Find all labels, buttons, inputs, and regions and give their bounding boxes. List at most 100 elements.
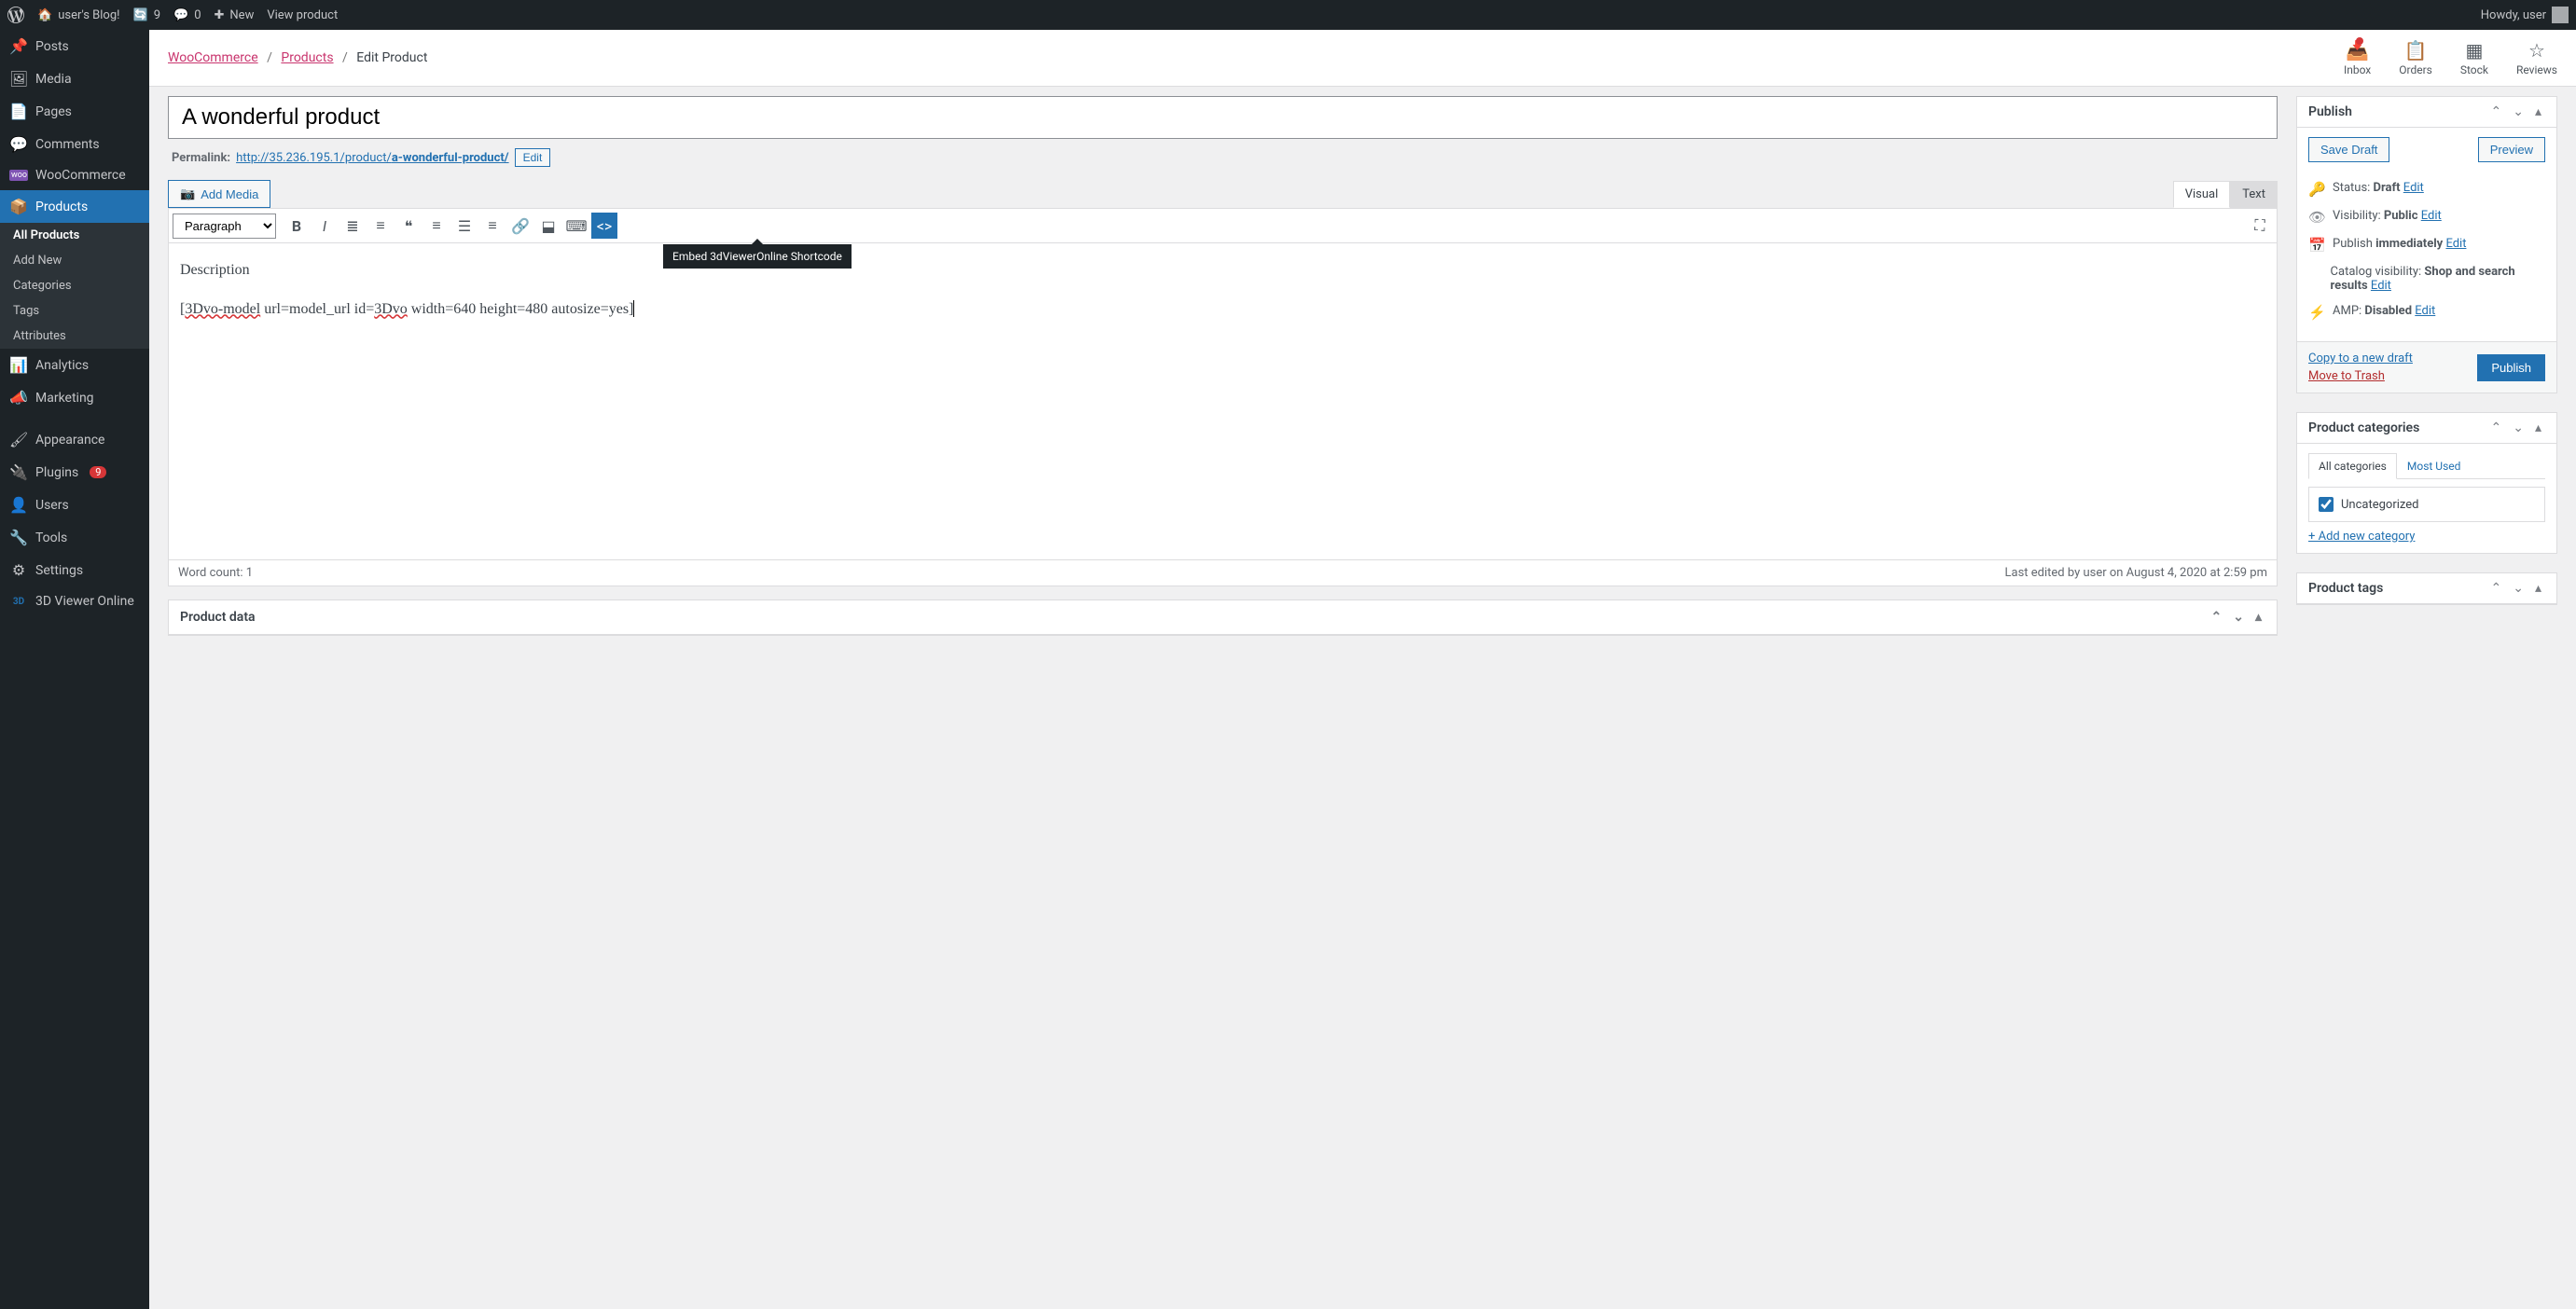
- format-select[interactable]: Paragraph: [173, 214, 276, 239]
- tools-icon: 🔧: [9, 529, 28, 546]
- camera-icon: 📷: [180, 186, 195, 201]
- more-button[interactable]: ⬓: [535, 213, 561, 239]
- site-link[interactable]: 🏠 user's Blog!: [37, 8, 120, 22]
- move-up-icon[interactable]: ⌃: [2487, 104, 2506, 119]
- link-button[interactable]: 🔗: [507, 213, 533, 239]
- nav-appearance[interactable]: 🖌Appearance: [0, 423, 149, 456]
- move-down-icon[interactable]: ⌄: [2229, 610, 2248, 625]
- nav-settings[interactable]: ⚙Settings: [0, 554, 149, 586]
- tab-text[interactable]: Text: [2230, 181, 2278, 208]
- save-draft-button[interactable]: Save Draft: [2308, 137, 2389, 162]
- tab-all-categories[interactable]: All categories: [2308, 453, 2397, 479]
- move-down-icon[interactable]: ⌄: [2509, 104, 2528, 119]
- move-trash-link[interactable]: Move to Trash: [2308, 369, 2413, 383]
- publish-button[interactable]: Publish: [2477, 354, 2545, 381]
- tags-box: Product tags ⌃⌄▴: [2296, 572, 2557, 605]
- edit-publish-link[interactable]: Edit: [2445, 237, 2466, 251]
- nav-products[interactable]: 📦Products: [0, 190, 149, 223]
- editor-footer: Word count: 1 Last edited by user on Aug…: [168, 560, 2278, 586]
- align-right-button[interactable]: ≡: [479, 213, 506, 239]
- add-category-link[interactable]: + Add new category: [2308, 530, 2545, 544]
- activity-stock[interactable]: ▦Stock: [2460, 39, 2488, 76]
- product-title-input[interactable]: [168, 96, 2278, 139]
- move-up-icon[interactable]: ⌃: [2487, 581, 2506, 596]
- number-list-button[interactable]: ≡: [367, 213, 394, 239]
- add-media-button[interactable]: 📷Add Media: [168, 180, 270, 208]
- activity-inbox[interactable]: 📥Inbox: [2344, 39, 2371, 76]
- category-uncategorized[interactable]: Uncategorized: [2319, 497, 2535, 512]
- nav-media[interactable]: 🖼Media: [0, 62, 149, 95]
- quote-button[interactable]: ❝: [395, 213, 422, 239]
- wp-logo[interactable]: [7, 7, 24, 23]
- topbar: WooCommerce / Products / Edit Product 📥I…: [149, 30, 2576, 87]
- nav-3dviewer[interactable]: 3D3D Viewer Online: [0, 586, 149, 616]
- breadcrumb-woo[interactable]: WooCommerce: [168, 50, 258, 65]
- stock-icon: ▦: [2460, 39, 2488, 62]
- permalink-url[interactable]: http://35.236.195.1/product/a-wonderful-…: [236, 151, 509, 165]
- word-count: Word count: 1: [178, 566, 253, 580]
- edit-status-link[interactable]: Edit: [2403, 181, 2424, 195]
- nav-tags[interactable]: Tags: [0, 298, 149, 324]
- fullscreen-button[interactable]: ⛶: [2247, 213, 2273, 239]
- 3d-icon: 3D: [9, 597, 28, 607]
- toggle-icon[interactable]: ▴: [2531, 420, 2545, 435]
- plugins-badge: 9: [90, 466, 106, 478]
- nav-all-products[interactable]: All Products: [0, 223, 149, 248]
- align-left-button[interactable]: ≡: [423, 213, 450, 239]
- edit-catalog-link[interactable]: Edit: [2371, 279, 2391, 293]
- tab-most-used[interactable]: Most Used: [2397, 453, 2472, 479]
- toggle-icon[interactable]: ▴: [2251, 610, 2265, 625]
- updates-link[interactable]: 🔄 9: [133, 8, 161, 22]
- preview-button[interactable]: Preview: [2478, 137, 2545, 162]
- align-center-button[interactable]: ☰: [451, 213, 478, 239]
- nav-analytics[interactable]: 📊Analytics: [0, 349, 149, 381]
- admin-bar: 🏠 user's Blog! 🔄 9 💬 0 ✚ New View produc…: [0, 0, 2576, 30]
- categories-box: Product categories ⌃⌄▴ All categories Mo…: [2296, 412, 2557, 554]
- new-link[interactable]: ✚ New: [215, 8, 255, 22]
- howdy-link[interactable]: Howdy, user: [2481, 7, 2569, 23]
- copy-draft-link[interactable]: Copy to a new draft: [2308, 351, 2413, 365]
- move-up-icon[interactable]: ⌃: [2487, 420, 2506, 435]
- move-down-icon[interactable]: ⌄: [2509, 581, 2528, 596]
- star-icon: ☆: [2516, 39, 2557, 62]
- site-name: user's Blog!: [58, 8, 119, 22]
- nav-add-new[interactable]: Add New: [0, 248, 149, 273]
- view-product-link[interactable]: View product: [267, 8, 338, 22]
- breadcrumb-products[interactable]: Products: [281, 50, 333, 65]
- nav-marketing[interactable]: 📣Marketing: [0, 381, 149, 414]
- toggle-icon[interactable]: ▴: [2531, 104, 2545, 119]
- nav-users[interactable]: 👤Users: [0, 489, 149, 521]
- nav-plugins[interactable]: 🔌Plugins9: [0, 456, 149, 489]
- activity-orders[interactable]: 📋Orders: [2399, 39, 2432, 76]
- nav-pages[interactable]: 📄Pages: [0, 95, 149, 128]
- bullet-list-button[interactable]: ≣: [339, 213, 366, 239]
- activity-reviews[interactable]: ☆Reviews: [2516, 39, 2557, 76]
- editor-toolbar: Paragraph B I ≣ ≡ ❝ ≡ ☰ ≡ 🔗 ⬓ ⌨ <> ⛶ Emb…: [168, 208, 2278, 243]
- embed-3dvo-button[interactable]: <>: [591, 213, 617, 239]
- tab-visual[interactable]: Visual: [2173, 181, 2231, 208]
- comments-link[interactable]: 💬 0: [173, 8, 201, 22]
- toggle-icon[interactable]: ▴: [2531, 581, 2545, 596]
- edit-permalink-button[interactable]: Edit: [515, 148, 551, 167]
- edit-visibility-link[interactable]: Edit: [2421, 209, 2442, 223]
- nav-categories[interactable]: Categories: [0, 273, 149, 298]
- move-up-icon[interactable]: ⌃: [2208, 610, 2226, 625]
- nav-woocommerce[interactable]: wooWooCommerce: [0, 160, 149, 190]
- nav-tools[interactable]: 🔧Tools: [0, 521, 149, 554]
- toggle-toolbar-button[interactable]: ⌨: [563, 213, 589, 239]
- nav-posts[interactable]: 📌Posts: [0, 30, 149, 62]
- orders-icon: 📋: [2399, 39, 2432, 62]
- nav-attributes[interactable]: Attributes: [0, 324, 149, 349]
- woo-icon: woo: [9, 170, 28, 181]
- editor-body[interactable]: Description [3Dvo-model url=model_url id…: [168, 243, 2278, 560]
- italic-button[interactable]: I: [312, 213, 338, 239]
- page-icon: 📄: [9, 103, 28, 120]
- tags-title: Product tags: [2308, 581, 2383, 596]
- uncategorized-checkbox[interactable]: [2319, 497, 2334, 512]
- activity-panel: 📥Inbox 📋Orders ▦Stock ☆Reviews: [2344, 39, 2557, 76]
- nav-comments[interactable]: 💬Comments: [0, 128, 149, 160]
- edit-amp-link[interactable]: Edit: [2415, 304, 2435, 318]
- move-down-icon[interactable]: ⌄: [2509, 420, 2528, 435]
- breadcrumb-current: Edit Product: [356, 50, 427, 65]
- bold-button[interactable]: B: [284, 213, 310, 239]
